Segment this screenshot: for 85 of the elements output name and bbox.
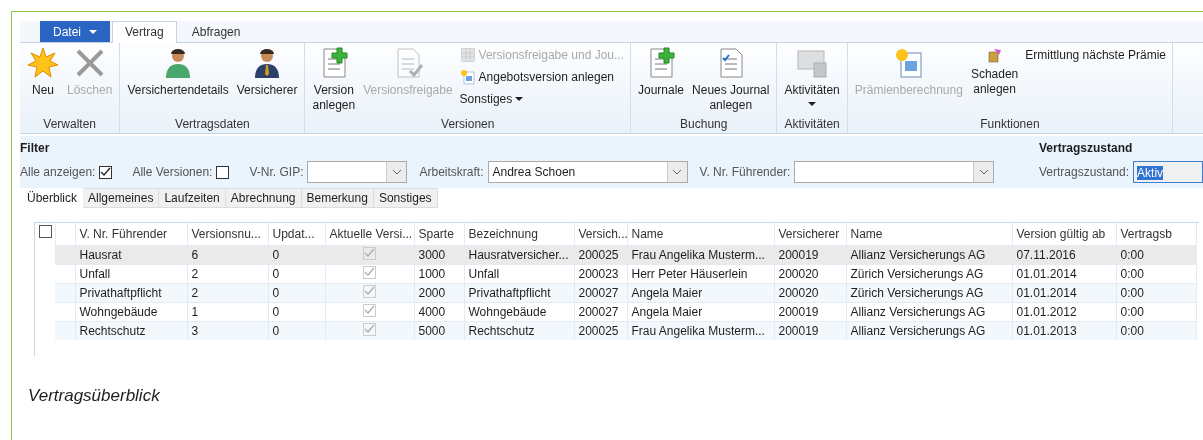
group-label: Funktionen — [979, 117, 1041, 133]
checkbox[interactable] — [39, 225, 52, 238]
ribbon-button[interactable]: Angebotsversion anlegen — [457, 67, 626, 87]
table-cell: Frau Angelika Musterm... — [627, 245, 774, 264]
table-cell: 2000 — [414, 283, 464, 302]
table-cell: Rechtschutz — [464, 321, 574, 340]
ribbon-button[interactable]: Versichertendetails — [124, 45, 232, 100]
field-label: Vertragszustand: — [1039, 164, 1130, 181]
table-cell: 2 — [187, 283, 268, 302]
checkbox[interactable] — [99, 165, 113, 179]
table-cell: 200025 — [574, 321, 627, 340]
ribbon-button[interactable]: Neues Journal anlegen — [689, 45, 773, 115]
table-cell: 0 — [268, 321, 325, 340]
table-cell: 0:00 — [1116, 245, 1196, 264]
table-cell: 0 — [268, 283, 325, 302]
ribbon-button[interactable]: Schaden anlegen — [967, 45, 1022, 99]
ribbon-tab[interactable]: Abfragen — [178, 21, 254, 42]
tab[interactable]: Allgemeines — [83, 188, 160, 208]
table-cell: 200020 — [774, 283, 846, 302]
row-header — [55, 283, 75, 302]
tab[interactable]: Laufzeiten — [159, 188, 226, 208]
ribbon-button[interactable]: Version anlegen — [309, 45, 359, 115]
table-cell: 0 — [268, 245, 325, 264]
ribbon-button[interactable]: Neu — [24, 45, 62, 100]
table-cell: 3000 — [414, 245, 464, 264]
table-cell: Hausratversicher... — [464, 245, 574, 264]
table-cell: Hausrat — [75, 245, 187, 264]
table-cell: Angela Maier — [627, 283, 774, 302]
table-row[interactable]: Privathaftpflicht 2 0 2000 Privathaftpflicht 200027 Angela Maier 200020 Zürich Versicherungs AG 01.01.2014 0:00 — [35, 283, 1196, 302]
ribbon-button[interactable]: Ermittlung nächste Prämie — [1023, 45, 1168, 65]
table-cell: Frau Angelika Musterm... — [627, 321, 774, 340]
ribbon-button[interactable]: Versicherer — [233, 45, 301, 100]
dropdown-field[interactable] — [794, 161, 995, 183]
tab[interactable]: Abrechnung — [225, 188, 302, 208]
dropdown-field[interactable]: Andrea Schoen — [487, 161, 688, 183]
checkbox[interactable] — [216, 165, 230, 179]
star-icon — [27, 47, 59, 79]
ribbon-button[interactable]: Journale — [635, 45, 688, 100]
table-row[interactable]: Hausrat 6 0 3000 Hausratversicher... 200025 Frau Angelika Musterm... 200019 Allianz Versicherungs AG 07.11.2016 0:00 — [35, 245, 1196, 264]
table-cell: 3 — [187, 321, 268, 340]
field-label: V-Nr. GIP: — [249, 164, 304, 181]
table-cell: Zürich Versicherungs AG — [846, 283, 1012, 302]
table-cell: Allianz Versicherungs AG — [846, 245, 1012, 264]
table-cell: 0:00 — [1116, 321, 1196, 340]
table-cell: 07.11.2016 — [1012, 245, 1116, 264]
ribbon-button[interactable]: Aktivitäten — [781, 45, 843, 108]
section-title: Filter — [20, 140, 51, 155]
table-cell: 01.01.2014 — [1012, 283, 1116, 302]
table-cell: 200019 — [774, 245, 846, 264]
table-cell: Rechtschutz — [75, 321, 187, 340]
tab[interactable]: Bemerkung — [301, 188, 374, 208]
row-header — [55, 321, 75, 340]
dropdown-field[interactable] — [307, 161, 408, 183]
tab[interactable]: Sonstiges — [373, 188, 438, 208]
ribbon-tab[interactable]: Vertrag — [112, 21, 177, 43]
input-field[interactable]: Aktiv — [1133, 161, 1203, 183]
field-label: Alle Versionen: — [132, 164, 213, 181]
ribbon-button[interactable]: Sonstiges — [457, 89, 626, 109]
group-label: Verwalten — [42, 117, 98, 133]
table-cell: Allianz Versicherungs AG — [846, 321, 1012, 340]
table-cell: 200019 — [774, 321, 846, 340]
table-cell: 0:00 — [1116, 283, 1196, 302]
chevron-icon — [391, 169, 402, 175]
table-cell: Privathaftpflicht — [75, 283, 187, 302]
table-cell: 200027 — [574, 283, 627, 302]
table-cell: 6 — [187, 245, 268, 264]
table-cell: 01.01.2013 — [1012, 321, 1116, 340]
group-label: Vertragsdaten — [174, 117, 251, 133]
document-star-icon — [459, 69, 476, 85]
grid-icon — [459, 47, 476, 63]
chevron-icon — [978, 169, 989, 175]
chevron-icon — [672, 169, 682, 175]
table-cell: Privathaftpflicht — [464, 283, 574, 302]
group-label: Buchung — [679, 117, 729, 133]
field-label: Alle anzeigen: — [20, 164, 96, 181]
file-menu-button[interactable]: Datei — [40, 21, 110, 42]
table-cell: 5000 — [414, 321, 464, 340]
table-cell: 200025 — [574, 245, 627, 264]
field-label: V. Nr. Führender: — [699, 164, 791, 181]
section-title: Vertragszustand — [1039, 140, 1134, 155]
group-label: Aktivitäten — [783, 117, 841, 133]
group-label: Versionen — [440, 117, 496, 133]
caption: Vertragsüberblick — [28, 385, 161, 407]
table-row[interactable]: Rechtschutz 3 0 5000 Rechtschutz 200025 Frau Angelika Musterm... 200019 Allianz Versicherungs AG 01.01.2013 0:00 — [35, 321, 1196, 340]
field-label: Arbeitskraft: — [419, 164, 484, 181]
